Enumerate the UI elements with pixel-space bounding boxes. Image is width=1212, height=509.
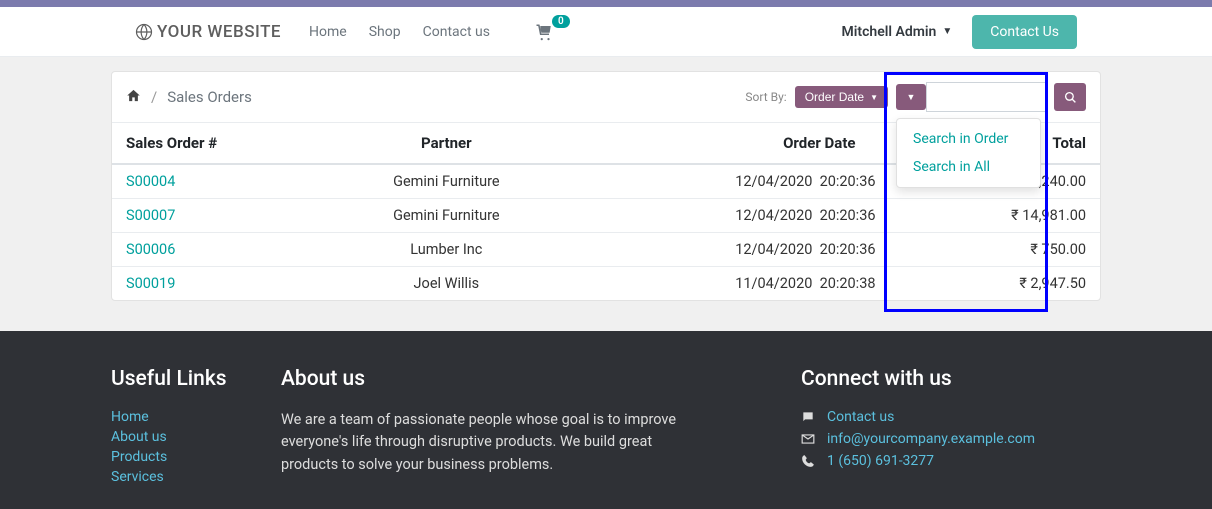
footer-phone-link[interactable]: 1 (650) 691-3277 <box>827 453 934 469</box>
sort-by-label: Sort By: <box>745 90 786 104</box>
partner-cell: Joel Willis <box>326 267 567 301</box>
footer-link-products[interactable]: Products <box>111 449 281 465</box>
sales-orders-card: / Sales Orders Sort By: Order Date ▼ ▼ S… <box>111 71 1101 301</box>
breadcrumb-current: Sales Orders <box>167 88 252 106</box>
footer-about-text: We are a team of passionate people whose… <box>281 409 701 476</box>
nav-contact[interactable]: Contact us <box>423 24 490 40</box>
col-sales-order: Sales Order # <box>112 123 326 164</box>
search-in-all-option[interactable]: Search in All <box>897 153 1040 181</box>
date-cell: 11/04/2020 20:20:38 <box>567 267 916 301</box>
total-cell: ₹ 14,981.00 <box>916 199 1101 233</box>
contact-us-button[interactable]: Contact Us <box>972 15 1077 49</box>
table-row: S00019 Joel Willis11/04/2020 20:20:38₹ 2,… <box>112 267 1100 301</box>
table-row: S00006 Lumber Inc12/04/2020 20:20:36₹ 750… <box>112 233 1100 267</box>
date-cell: 12/04/2020 20:20:36 <box>567 233 916 267</box>
total-cell: ₹ 2,947.50 <box>916 267 1101 301</box>
partner-cell: Gemini Furniture <box>326 164 567 199</box>
sales-order-link[interactable]: S00019 <box>126 275 175 292</box>
search-scope-toggle[interactable]: ▼ <box>896 84 926 110</box>
search-icon <box>1064 91 1077 104</box>
sales-order-link[interactable]: S00006 <box>126 241 175 258</box>
navbar: YOUR WEBSITE Home Shop Contact us 0 Mitc… <box>0 7 1212 57</box>
user-menu[interactable]: Mitchell Admin ▼ <box>842 24 953 40</box>
partner-cell: Lumber Inc <box>326 233 567 267</box>
sales-order-link[interactable]: S00004 <box>126 173 175 190</box>
total-cell: ₹ 750.00 <box>916 233 1101 267</box>
date-cell: 12/04/2020 20:20:36 <box>567 164 916 199</box>
footer-connect-title: Connect with us <box>801 367 1101 391</box>
footer-link-about[interactable]: About us <box>111 429 281 445</box>
sales-order-link[interactable]: S00007 <box>126 207 175 224</box>
cart-icon <box>534 23 554 41</box>
globe-icon <box>135 23 153 41</box>
footer-email-link[interactable]: info@yourcompany.example.com <box>827 431 1035 447</box>
partner-cell: Gemini Furniture <box>326 199 567 233</box>
breadcrumb: / Sales Orders <box>126 88 252 107</box>
footer-useful-links-title: Useful Links <box>111 367 281 391</box>
footer: Useful Links Home About us Products Serv… <box>0 331 1212 509</box>
footer-about-title: About us <box>281 367 801 391</box>
col-order-date: Order Date <box>567 123 916 164</box>
search-input[interactable] <box>926 82 1046 112</box>
footer-link-services[interactable]: Services <box>111 469 281 485</box>
col-partner: Partner <box>326 123 567 164</box>
sort-by-button[interactable]: Order Date ▼ <box>795 86 888 108</box>
chevron-down-icon: ▼ <box>870 93 878 102</box>
chat-icon <box>801 410 815 424</box>
search-button[interactable] <box>1054 83 1086 111</box>
search-in-order-option[interactable]: Search in Order <box>897 125 1040 153</box>
footer-contact-link[interactable]: Contact us <box>827 409 894 425</box>
table-row: S00007 Gemini Furniture12/04/2020 20:20:3… <box>112 199 1100 233</box>
cart-count-badge: 0 <box>552 15 570 28</box>
chevron-down-icon: ▼ <box>942 26 952 37</box>
cart-button[interactable]: 0 <box>534 23 572 41</box>
nav-home[interactable]: Home <box>309 24 347 40</box>
home-icon[interactable] <box>126 88 141 107</box>
date-cell: 12/04/2020 20:20:36 <box>567 199 916 233</box>
mail-icon <box>801 432 815 446</box>
phone-icon <box>801 454 815 468</box>
search-scope-menu: Search in Order Search in All <box>896 118 1041 188</box>
brand-logo[interactable]: YOUR WEBSITE <box>135 22 281 42</box>
chevron-down-icon: ▼ <box>907 92 916 102</box>
footer-link-home[interactable]: Home <box>111 409 281 425</box>
nav-shop[interactable]: Shop <box>369 24 401 40</box>
